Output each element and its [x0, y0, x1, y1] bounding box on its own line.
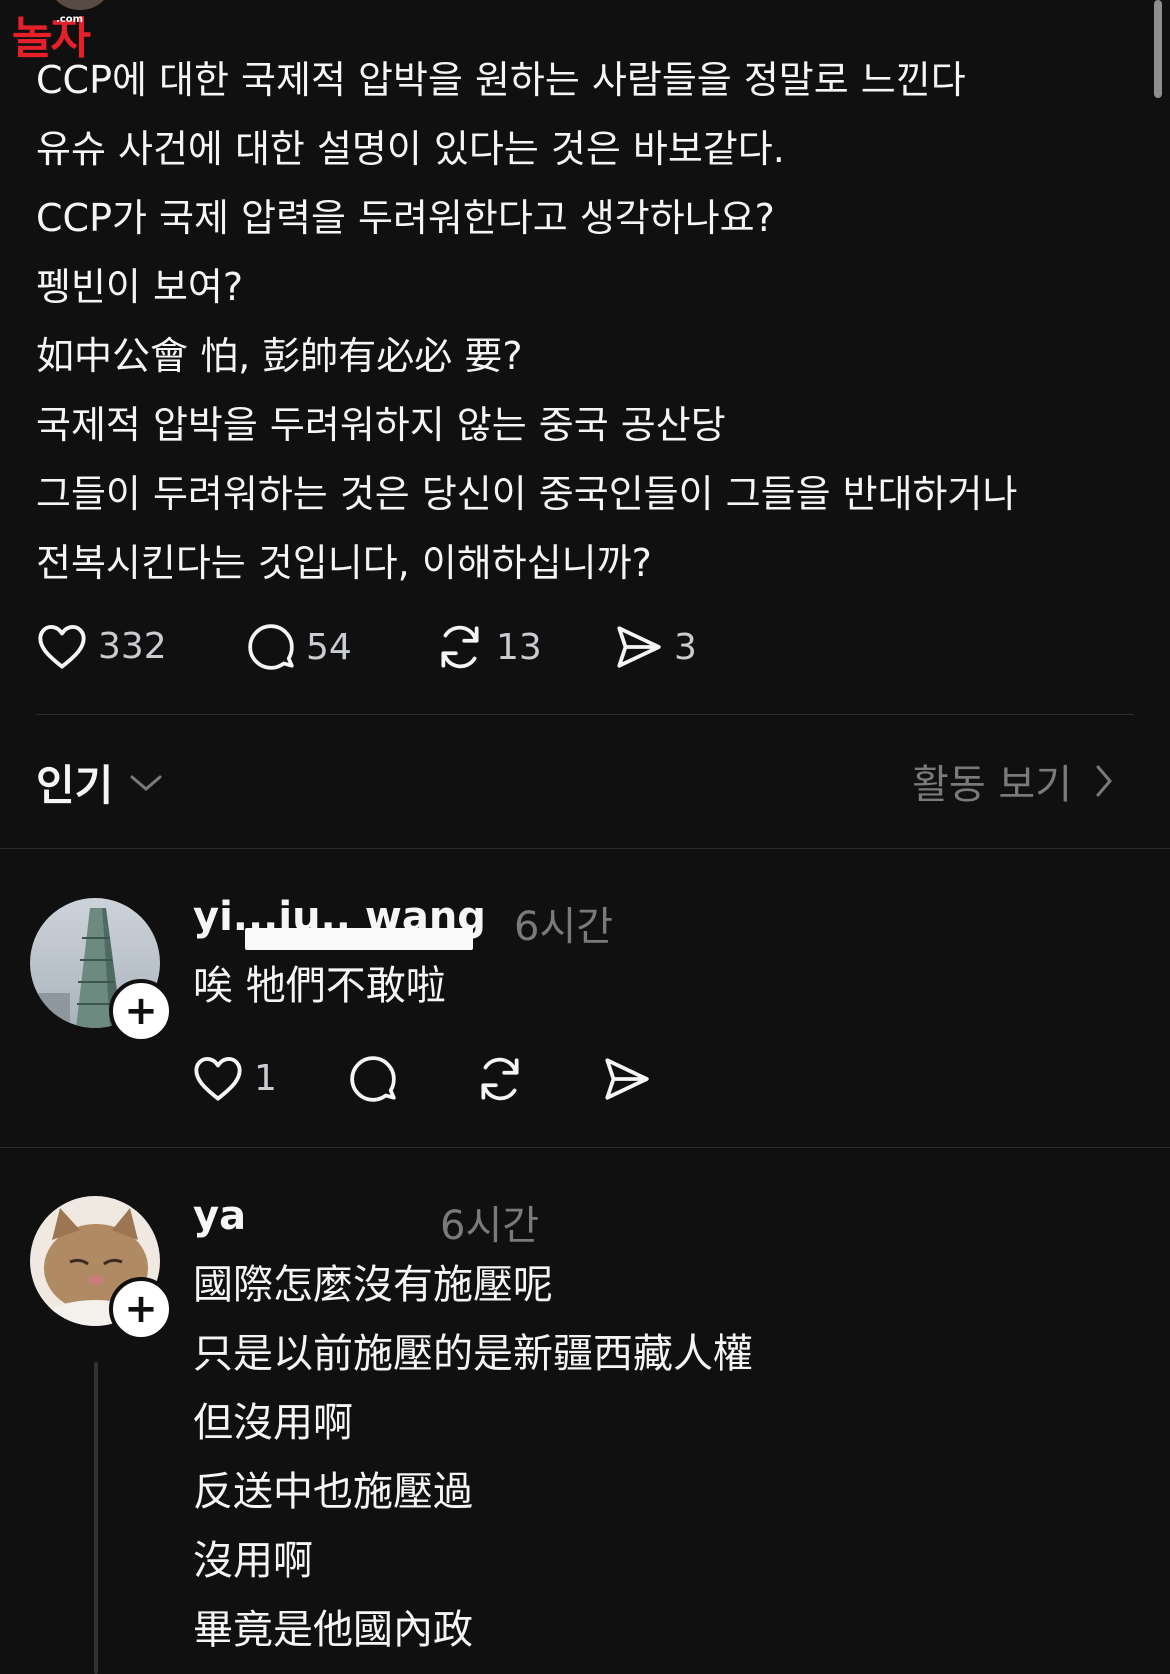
- repost-icon: [481, 1057, 519, 1101]
- post-line: 如中公會 怕, 彭帥有必必 要?: [36, 334, 523, 378]
- watermark-suffix: .com: [56, 14, 84, 25]
- reply-count: 54: [306, 626, 352, 668]
- follow-button[interactable]: +: [109, 979, 173, 1043]
- profile-avatar: [50, 0, 110, 10]
- send-icon: [605, 1058, 649, 1100]
- post-line: 전복시킨다는 것입니다, 이해하십니까?: [36, 541, 652, 585]
- timestamp: 6시간: [514, 904, 614, 950]
- repost-button[interactable]: [474, 1054, 526, 1104]
- heart-icon: [194, 1056, 242, 1101]
- view-activity-link[interactable]: 활동 보기: [912, 752, 1114, 810]
- divider: [36, 714, 1134, 715]
- comment-text: 沒用啊: [193, 1538, 313, 1584]
- heart-icon: [38, 624, 86, 669]
- send-icon: [617, 626, 661, 668]
- share-button[interactable]: 3: [612, 622, 697, 672]
- post-line: 펭빈이 보여?: [36, 265, 244, 309]
- repost-button[interactable]: 13: [434, 622, 542, 672]
- like-count: 332: [98, 625, 167, 667]
- reply-button[interactable]: 54: [246, 622, 352, 672]
- chevron-down-icon: [130, 775, 162, 791]
- post-line: 유슈 사건에 대한 설명이 있다는 것은 바보같다.: [36, 127, 785, 171]
- comment-icon: [248, 624, 294, 670]
- share-button[interactable]: [600, 1054, 652, 1104]
- activity-label: 활동 보기: [912, 762, 1072, 808]
- comment-action-bar: 1: [192, 1054, 672, 1106]
- censor-bar: [245, 928, 473, 950]
- post-line: 그들이 두려워하는 것은 당신이 중국인들이 그들을 반대하거나: [36, 472, 1018, 516]
- comment-text: 只是以前施壓的是新疆西藏人權: [193, 1331, 753, 1377]
- post-body: CCP에 대한 국제적 압박을 원하는 사람들을 정말로 느낀다 유슈 사건에 …: [36, 46, 1136, 598]
- repost-count: 13: [496, 626, 542, 668]
- comment-text: 唉 牠們不敢啦: [193, 963, 446, 1009]
- post-line: CCP에 대한 국제적 압박을 원하는 사람들을 정말로 느낀다: [36, 58, 966, 102]
- scrollbar[interactable]: [1154, 0, 1162, 98]
- plus-icon: +: [124, 1286, 158, 1332]
- post-action-bar: 332 54 13 3: [36, 622, 736, 674]
- username[interactable]: ya: [193, 1193, 246, 1239]
- follow-button[interactable]: +: [109, 1277, 173, 1341]
- comment-icon: [350, 1056, 396, 1102]
- sort-dropdown[interactable]: 인기: [36, 752, 163, 813]
- comment-text: 反送中也施壓過: [193, 1469, 473, 1515]
- timestamp: 6시간: [440, 1203, 540, 1249]
- chevron-right-icon: [1096, 765, 1112, 797]
- comment-item: + ya 6시간 國際怎麼沒有施壓呢 只是以前施壓的是新疆西藏人權 但沒用啊 反…: [0, 1147, 1170, 1674]
- post-line: 국제적 압박을 두려워하지 않는 중국 공산당: [36, 403, 726, 447]
- sort-label: 인기: [36, 761, 114, 810]
- thread-line: [94, 1362, 98, 1674]
- comment-text: 國際怎麼沒有施壓呢: [193, 1262, 553, 1308]
- repost-icon: [441, 625, 479, 669]
- like-button[interactable]: 1: [192, 1054, 277, 1102]
- share-count: 3: [674, 626, 697, 668]
- plus-icon: +: [124, 988, 158, 1034]
- like-count: 1: [254, 1057, 277, 1099]
- post-line: CCP가 국제 압력을 두려워한다고 생각하나요?: [36, 196, 775, 240]
- reply-button[interactable]: [348, 1054, 398, 1104]
- like-button[interactable]: 332: [36, 622, 167, 670]
- comment-text: 畢竟是他國內政: [193, 1607, 473, 1653]
- comment-text: 但沒用啊: [193, 1400, 353, 1446]
- comment-item: + yi...iu.. wang 6시간 唉 牠們不敢啦 1: [0, 848, 1170, 1148]
